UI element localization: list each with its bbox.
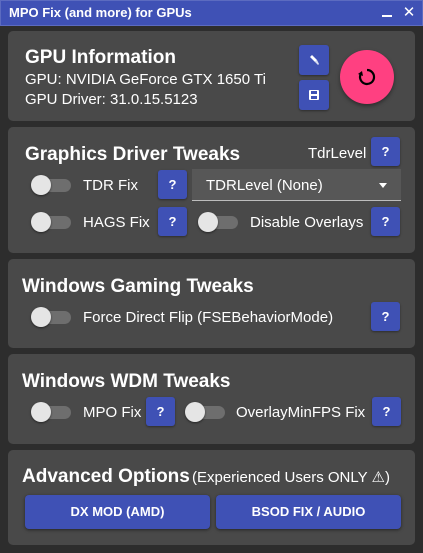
bsod-fix-audio-button[interactable]: BSOD FIX / AUDIO (216, 495, 401, 529)
minimize-button[interactable] (377, 4, 397, 22)
mpo-fix-toggle[interactable] (31, 401, 73, 423)
gpu-information-title: GPU Information (25, 47, 176, 68)
overlay-min-fps-toggle[interactable] (185, 401, 227, 423)
advanced-options-panel: Advanced Options (Experienced Users ONLY… (8, 450, 415, 545)
windows-wdm-tweaks-title: Windows WDM Tweaks (22, 371, 231, 392)
graphics-driver-tweaks-panel: Graphics Driver Tweaks TdrLevel ? TDR Fi… (8, 127, 415, 253)
mpo-fix-label: MPO Fix (83, 404, 142, 421)
refresh-button[interactable] (340, 50, 394, 104)
force-direct-flip-toggle[interactable] (31, 306, 73, 328)
toggle-thumb (185, 402, 205, 422)
broom-icon (310, 55, 319, 65)
disable-overlays-help-button[interactable]: ? (371, 207, 400, 236)
save-icon (309, 90, 319, 100)
graphics-driver-tweaks-title: Graphics Driver Tweaks (25, 144, 241, 165)
gpu-name-text: GPU: NVIDIA GeForce GTX 1650 Ti (25, 71, 266, 88)
advanced-options-warning: (Experienced Users ONLY ⚠) (192, 469, 390, 486)
tdr-level-help-button[interactable]: ? (371, 137, 400, 166)
chevron-down-icon (379, 183, 387, 188)
hags-fix-toggle[interactable] (31, 211, 73, 233)
toggle-thumb (31, 212, 51, 232)
mpo-fix-help-button[interactable]: ? (146, 397, 175, 426)
tdr-fix-label: TDR Fix (83, 177, 138, 194)
force-direct-flip-help-button[interactable]: ? (371, 302, 400, 331)
windows-gaming-tweaks-title: Windows Gaming Tweaks (22, 276, 254, 297)
toggle-thumb (31, 307, 51, 327)
toggle-thumb (198, 212, 218, 232)
tdr-level-label: TdrLevel (308, 145, 367, 162)
disable-overlays-toggle[interactable] (198, 211, 240, 233)
close-button[interactable]: ✕ (399, 4, 419, 22)
tdr-fix-toggle[interactable] (31, 174, 73, 196)
title-bar[interactable]: MPO Fix (and more) for GPUs ✕ (0, 0, 423, 26)
overlay-min-fps-help-button[interactable]: ? (372, 397, 401, 426)
hags-fix-help-button[interactable]: ? (158, 207, 187, 236)
disable-overlays-label: Disable Overlays (250, 214, 364, 231)
tdr-level-select-value: TDRLevel (None) (206, 177, 323, 194)
windows-gaming-tweaks-panel: Windows Gaming Tweaks Force Direct Flip … (8, 259, 415, 348)
dx-mod-button[interactable]: DX MOD (AMD) (25, 495, 210, 529)
hags-fix-label: HAGS Fix (83, 214, 150, 231)
window-title: MPO Fix (and more) for GPUs (9, 5, 192, 20)
tdr-level-select[interactable]: TDRLevel (None) (192, 169, 401, 201)
clean-button[interactable] (299, 45, 329, 75)
toggle-thumb (31, 402, 51, 422)
force-direct-flip-label: Force Direct Flip (FSEBehaviorMode) (83, 309, 334, 326)
refresh-icon (358, 68, 376, 86)
overlay-min-fps-label: OverlayMinFPS Fix (236, 404, 366, 421)
tdr-fix-help-button[interactable]: ? (158, 170, 187, 199)
gpu-driver-text: GPU Driver: 31.0.15.5123 (25, 91, 198, 108)
gpu-information-panel: GPU Information GPU: NVIDIA GeForce GTX … (8, 31, 415, 121)
advanced-options-title: Advanced Options (22, 466, 190, 487)
windows-wdm-tweaks-panel: Windows WDM Tweaks MPO Fix ? OverlayMinF… (8, 354, 415, 444)
save-button[interactable] (299, 80, 329, 110)
toggle-thumb (31, 175, 51, 195)
